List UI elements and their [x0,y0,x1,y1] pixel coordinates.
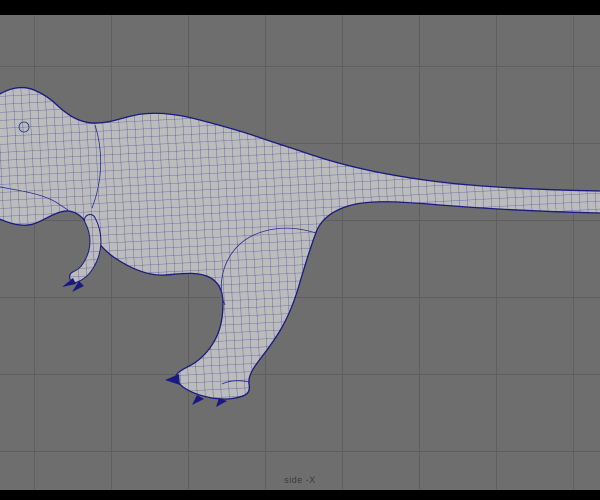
foot-claw-icon [165,374,180,385]
letterbox-top [0,0,600,15]
trex-wireframe-model[interactable] [0,15,600,490]
model-arm[interactable] [62,214,102,292]
viewport-3d[interactable]: side -X [0,15,600,490]
camera-label: side -X [284,475,316,485]
letterbox-bottom [0,490,600,500]
foot-claw-icon [192,395,204,405]
application-window: side -X [0,0,600,500]
